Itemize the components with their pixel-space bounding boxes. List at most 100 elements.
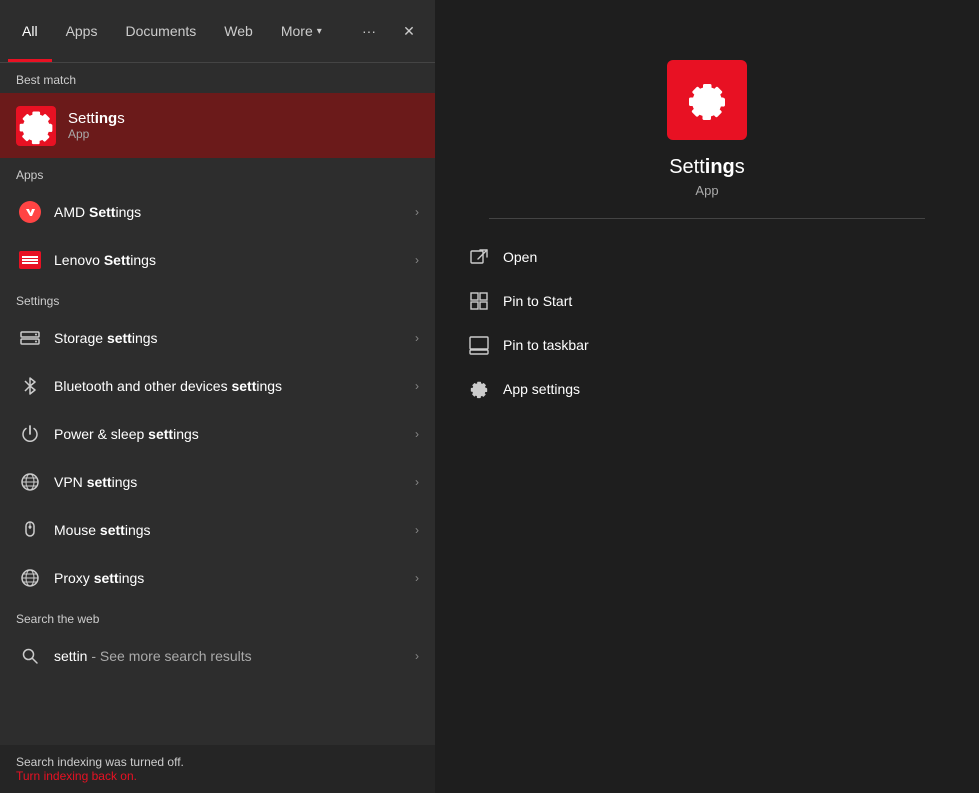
storage-icon [16, 324, 44, 352]
pin-start-icon [467, 289, 491, 313]
list-item-storage[interactable]: Storage settings › [0, 314, 435, 362]
footer: Search indexing was turned off. Turn ind… [0, 745, 435, 793]
action-pin-taskbar-label: Pin to taskbar [503, 337, 589, 353]
search-web-text: settin - See more search results [54, 648, 415, 664]
power-icon [16, 420, 44, 448]
action-pin-taskbar[interactable]: Pin to taskbar [455, 323, 959, 367]
app-name-large: Settings [669, 156, 745, 179]
close-icon: ✕ [403, 23, 415, 40]
lenovo-badge [19, 251, 41, 269]
pin-start-svg-icon [469, 291, 489, 311]
best-match-text: Settings App [68, 110, 125, 141]
chevron-right-icon-power: › [415, 427, 419, 441]
vpn-icon [16, 468, 44, 496]
action-pin-start[interactable]: Pin to Start [455, 279, 959, 323]
action-pin-start-label: Pin to Start [503, 293, 572, 309]
tab-apps[interactable]: Apps [52, 0, 112, 62]
amd-badge [19, 201, 41, 223]
app-type: App [695, 183, 718, 198]
search-svg-icon [21, 647, 39, 665]
action-app-settings-label: App settings [503, 381, 580, 397]
open-icon [467, 245, 491, 269]
amd-settings-text: AMD Settings [54, 204, 415, 220]
lenovo-icon [16, 246, 44, 274]
tab-all[interactable]: All [8, 0, 52, 62]
app-name-bold: ing [705, 156, 735, 178]
tab-web[interactable]: Web [210, 0, 267, 62]
amd-icon [16, 198, 44, 226]
ellipsis-button[interactable]: ··· [351, 13, 387, 49]
proxy-svg-icon [19, 567, 41, 589]
gear-icon-large [685, 78, 729, 122]
close-button[interactable]: ✕ [391, 13, 427, 49]
action-list: Open Pin to Start [435, 235, 979, 411]
mouse-settings-text: Mouse settings [54, 522, 415, 538]
ellipsis-icon: ··· [362, 23, 376, 39]
chevron-right-icon-vpn: › [415, 475, 419, 489]
chevron-right-icon-proxy: › [415, 571, 419, 585]
tab-more-label: More [281, 23, 313, 39]
lenovo-settings-text: Lenovo Settings [54, 252, 415, 268]
bluetooth-svg-icon [19, 375, 41, 397]
list-item-power[interactable]: Power & sleep settings › [0, 410, 435, 458]
divider [489, 218, 924, 219]
bluetooth-settings-text: Bluetooth and other devices settings [54, 378, 415, 394]
search-web-item[interactable]: settin - See more search results › [0, 632, 435, 680]
vpn-svg-icon [19, 471, 41, 493]
tabs-bar: All Apps Documents Web More ▾ ··· ✕ [0, 0, 435, 63]
best-match-item[interactable]: Settings App [0, 93, 435, 158]
chevron-right-icon-storage: › [415, 331, 419, 345]
vpn-settings-text: VPN settings [54, 474, 415, 490]
search-desc: - See more search results [87, 648, 251, 664]
storage-svg-icon [19, 327, 41, 349]
apps-section-label: Apps [0, 158, 435, 188]
mouse-svg-icon [19, 519, 41, 541]
settings-section-label: Settings [0, 284, 435, 314]
settings-app-icon [16, 106, 56, 146]
list-item-amd[interactable]: AMD Settings › [0, 188, 435, 236]
action-app-settings[interactable]: App settings [455, 367, 959, 411]
list-item-mouse[interactable]: Mouse settings › [0, 506, 435, 554]
chevron-right-icon-lenovo: › [415, 253, 419, 267]
power-svg-icon [19, 423, 41, 445]
tab-documents[interactable]: Documents [111, 0, 210, 62]
search-web-label: Search the web [0, 602, 435, 632]
search-icon [16, 642, 44, 670]
app-name-suffix: s [735, 156, 745, 178]
action-open[interactable]: Open [455, 235, 959, 279]
chevron-right-icon-bluetooth: › [415, 379, 419, 393]
tab-more[interactable]: More ▾ [267, 0, 336, 62]
chevron-right-icon-mouse: › [415, 523, 419, 537]
pin-taskbar-svg-icon [469, 335, 489, 355]
index-message: Search indexing was turned off. [16, 755, 419, 769]
storage-settings-text: Storage settings [54, 330, 415, 346]
tab-web-label: Web [224, 23, 253, 39]
bluetooth-icon [16, 372, 44, 400]
list-item-proxy[interactable]: Proxy settings › [0, 554, 435, 602]
list-item-vpn[interactable]: VPN settings › [0, 458, 435, 506]
right-panel: Settings App Open [435, 0, 979, 793]
open-svg-icon [469, 247, 489, 267]
best-match-label: Best match [0, 63, 435, 93]
proxy-icon [16, 564, 44, 592]
search-results: Best match Settings App Apps [0, 63, 435, 793]
chevron-down-icon: ▾ [317, 26, 322, 37]
best-match-title: Settings [68, 110, 125, 127]
tab-all-label: All [22, 23, 38, 39]
chevron-right-icon-search: › [415, 649, 419, 663]
index-link[interactable]: Turn indexing back on. [16, 769, 419, 783]
search-query: settin [54, 648, 87, 664]
app-name-prefix: Sett [669, 156, 705, 178]
proxy-settings-text: Proxy settings [54, 570, 415, 586]
gear-icon [16, 104, 56, 148]
list-item-lenovo[interactable]: Lenovo Settings › [0, 236, 435, 284]
amd-logo-icon [21, 203, 39, 221]
best-match-subtitle: App [68, 127, 125, 141]
tab-actions: ··· ✕ [351, 13, 427, 49]
tab-apps-label: Apps [66, 23, 98, 39]
pin-taskbar-icon [467, 333, 491, 357]
left-panel: All Apps Documents Web More ▾ ··· ✕ [0, 0, 435, 793]
mouse-icon [16, 516, 44, 544]
list-item-bluetooth[interactable]: Bluetooth and other devices settings › [0, 362, 435, 410]
app-icon-large [667, 60, 747, 140]
